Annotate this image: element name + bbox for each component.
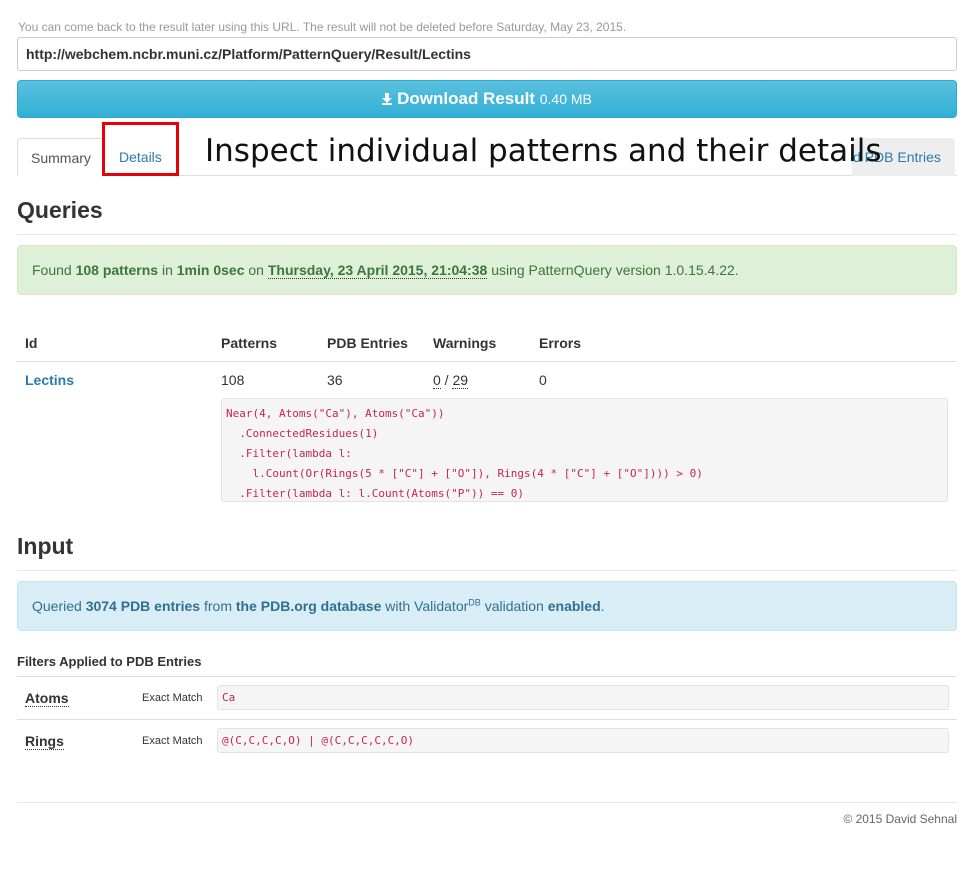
alert-text: Found — [32, 262, 72, 278]
query-time: 1min 0sec — [176, 262, 245, 278]
col-header-id: Id — [25, 335, 38, 351]
filter-name-rings[interactable]: Rings — [25, 733, 64, 750]
warnings-total[interactable]: 29 — [452, 372, 469, 389]
filter-match-rings: Exact Match — [142, 735, 203, 747]
patterns-count: 108 patterns — [75, 262, 159, 278]
filter-match-atoms: Exact Match — [142, 692, 203, 704]
col-header-patterns: Patterns — [221, 335, 278, 351]
alert-text: Queried — [32, 598, 82, 614]
validator-sup: DB — [468, 597, 481, 608]
download-size: 0.40 MB — [539, 91, 592, 107]
annotation-callout: Inspect individual patterns and their de… — [205, 133, 882, 169]
download-result-button[interactable]: Download Result 0.40 MB — [17, 80, 957, 118]
result-url-field[interactable]: http://webchem.ncbr.muni.cz/Platform/Pat… — [17, 37, 957, 71]
validation-status: enabled — [547, 598, 601, 614]
database-name: the PDB.org database — [235, 598, 382, 614]
download-label: Download Result — [397, 89, 536, 108]
query-warnings: 0 / 29 — [433, 372, 469, 389]
filter-value-atoms: Ca — [217, 685, 949, 710]
alert-text: from — [204, 598, 232, 614]
query-code: Near(4, Atoms("Ca"), Atoms("Ca")) .Conne… — [221, 398, 948, 502]
footer-copyright: © 2015 David Sehnal — [843, 812, 957, 826]
filter-row-rule — [17, 719, 957, 720]
entries-count: 3074 PDB entries — [85, 598, 201, 614]
queries-summary-alert: Found 108 patterns in 1min 0sec on Thurs… — [17, 245, 957, 295]
table-header-rule — [17, 361, 957, 362]
query-errors: 0 — [539, 372, 547, 388]
filters-title: Filters Applied to PDB Entries — [17, 654, 202, 669]
alert-text: . — [600, 598, 605, 614]
alert-text: in — [161, 262, 173, 278]
details-highlight-box — [102, 122, 179, 176]
warnings-sep: / — [440, 372, 453, 388]
url-notice: You can come back to the result later us… — [18, 20, 627, 34]
queries-heading: Queries — [17, 197, 103, 223]
query-patterns: 108 — [221, 372, 245, 388]
col-header-warnings: Warnings — [433, 335, 497, 351]
query-pdb-entries: 36 — [327, 372, 343, 388]
query-id-link[interactable]: Lectins — [25, 372, 74, 388]
tab-summary[interactable]: Summary — [17, 138, 105, 176]
filter-value-rings: @(C,C,C,C,O) | @(C,C,C,C,C,O) — [217, 728, 949, 753]
download-icon — [382, 93, 393, 105]
alert-text: with Validator — [385, 598, 469, 614]
warnings-count[interactable]: 0 — [433, 372, 441, 389]
col-header-pdb-entries: PDB Entries — [327, 335, 408, 351]
col-header-errors: Errors — [539, 335, 582, 351]
alert-text: validation — [484, 598, 544, 614]
queries-heading-rule — [17, 234, 957, 235]
filter-name-atoms[interactable]: Atoms — [25, 690, 69, 707]
query-date: Thursday, 23 April 2015, 21:04:38 — [267, 262, 488, 279]
input-summary-alert: Queried 3074 PDB entries from the PDB.or… — [17, 581, 957, 631]
input-heading: Input — [17, 533, 74, 559]
input-heading-rule — [17, 570, 957, 571]
filter-row-rule — [17, 676, 957, 677]
footer-rule — [17, 802, 957, 803]
alert-text: on — [248, 262, 264, 278]
version-text: using PatternQuery version 1.0.15.4.22. — [491, 262, 739, 278]
